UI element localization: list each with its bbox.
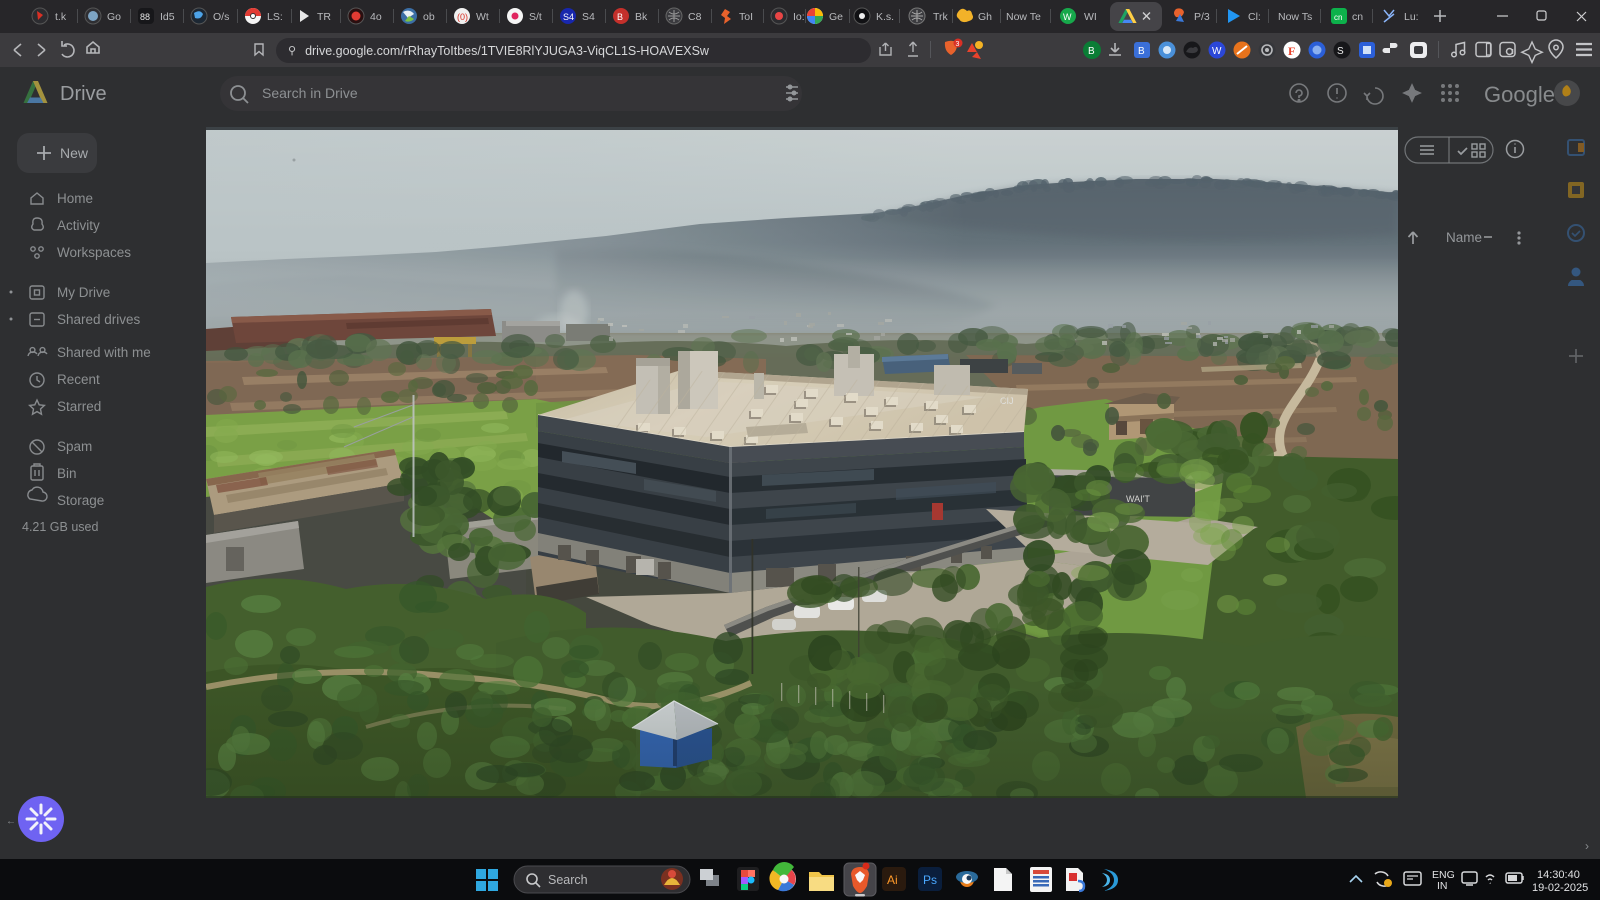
svg-text:ToI: ToI bbox=[739, 11, 753, 23]
svg-text:Workspaces: Workspaces bbox=[57, 245, 131, 260]
svg-text:S4: S4 bbox=[563, 12, 574, 22]
svg-text:Google: Google bbox=[1484, 82, 1555, 107]
svg-text:S/t: S/t bbox=[529, 11, 542, 23]
svg-text:cn: cn bbox=[1334, 13, 1342, 22]
svg-text:W: W bbox=[1212, 46, 1222, 57]
svg-text:TR: TR bbox=[317, 11, 331, 23]
svg-text:B: B bbox=[617, 12, 623, 22]
svg-text:My Drive: My Drive bbox=[57, 285, 110, 300]
svg-text:IN: IN bbox=[1437, 880, 1448, 892]
svg-text:›: › bbox=[1585, 839, 1589, 853]
svg-text:WI: WI bbox=[1084, 11, 1097, 23]
svg-text:O/s: O/s bbox=[213, 11, 229, 23]
svg-text:(0): (0) bbox=[457, 12, 468, 22]
svg-text:Shared drives: Shared drives bbox=[57, 312, 141, 327]
svg-text:t.k: t.k bbox=[55, 11, 67, 23]
svg-text:Now Ts: Now Ts bbox=[1278, 11, 1312, 23]
svg-text:New: New bbox=[60, 145, 89, 161]
svg-text:ob: ob bbox=[423, 11, 435, 23]
svg-text:Shared with me: Shared with me bbox=[57, 345, 151, 360]
svg-text:B: B bbox=[1138, 46, 1145, 57]
svg-text:Trk: Trk bbox=[933, 11, 949, 23]
svg-text:Activity: Activity bbox=[57, 218, 100, 233]
svg-text:Ai: Ai bbox=[887, 873, 898, 887]
svg-text:B: B bbox=[1088, 46, 1095, 57]
svg-text:Home: Home bbox=[57, 191, 93, 206]
svg-text:Go: Go bbox=[107, 11, 121, 23]
svg-text:cn: cn bbox=[1352, 11, 1363, 23]
svg-text:Wt: Wt bbox=[476, 11, 489, 23]
svg-text:C8: C8 bbox=[688, 11, 702, 23]
svg-text:LS:: LS: bbox=[267, 11, 283, 23]
svg-text:Spam: Spam bbox=[57, 439, 92, 454]
svg-text:K.s.: K.s. bbox=[876, 11, 894, 23]
svg-text:4.21 GB used: 4.21 GB used bbox=[22, 520, 98, 534]
svg-text:Starred: Starred bbox=[57, 399, 101, 414]
svg-text:Search in Drive: Search in Drive bbox=[262, 85, 358, 101]
svg-text:F: F bbox=[1288, 44, 1295, 58]
svg-text:Storage: Storage bbox=[57, 493, 104, 508]
svg-text:3: 3 bbox=[956, 41, 960, 48]
svg-text:Cl:: Cl: bbox=[1248, 11, 1261, 23]
svg-text:Io:: Io: bbox=[793, 11, 805, 23]
svg-text:14:30:40: 14:30:40 bbox=[1537, 869, 1580, 881]
svg-text:←: ← bbox=[6, 816, 16, 827]
svg-text:Id5: Id5 bbox=[160, 11, 175, 23]
svg-text:Gh: Gh bbox=[978, 11, 992, 23]
svg-text:88: 88 bbox=[140, 12, 150, 22]
svg-text:Bin: Bin bbox=[57, 466, 77, 481]
svg-text:Name: Name bbox=[1446, 230, 1482, 245]
svg-text:W: W bbox=[1063, 12, 1072, 22]
svg-text:Lu:: Lu: bbox=[1404, 11, 1419, 23]
svg-text:S: S bbox=[1337, 46, 1344, 57]
svg-text:Recent: Recent bbox=[57, 372, 100, 387]
svg-text:Now Te: Now Te bbox=[1006, 11, 1041, 23]
svg-text:Search: Search bbox=[548, 873, 588, 887]
svg-text:Ps: Ps bbox=[923, 873, 937, 887]
svg-text:Drive: Drive bbox=[60, 83, 107, 105]
svg-text:4o: 4o bbox=[370, 11, 382, 23]
svg-text:19-02-2025: 19-02-2025 bbox=[1532, 882, 1588, 894]
svg-text:Bk: Bk bbox=[635, 11, 648, 23]
svg-text:S4: S4 bbox=[582, 11, 595, 23]
svg-text:P/3: P/3 bbox=[1194, 11, 1210, 23]
svg-text:Ge: Ge bbox=[829, 11, 843, 23]
